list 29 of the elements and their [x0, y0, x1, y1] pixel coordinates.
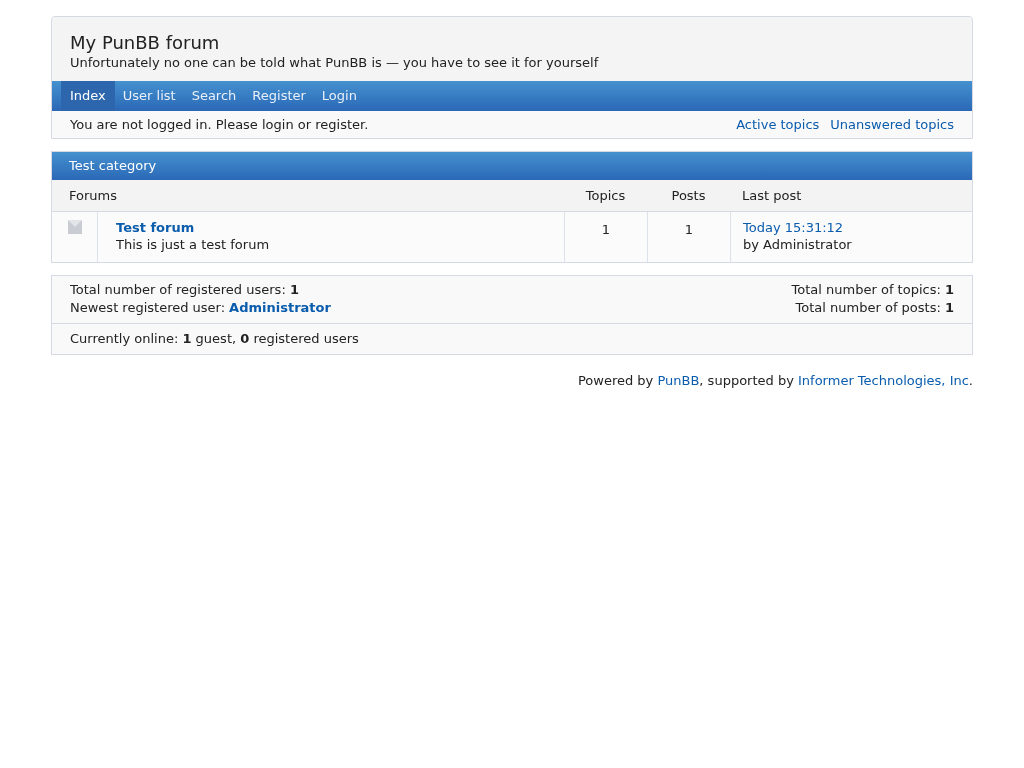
nav-link[interactable]: Register — [244, 81, 314, 111]
stats-label: Newest registered user: — [70, 299, 226, 317]
column-header: Forums — [68, 186, 118, 205]
nav-link[interactable]: Index — [61, 81, 115, 111]
nav-link[interactable]: Search — [183, 81, 245, 111]
last-post-link[interactable]: Today 15:31:12 — [743, 219, 972, 236]
last-post-author: by Administrator — [743, 236, 853, 253]
user-link[interactable]: Administrator — [229, 299, 331, 317]
topics-count: 1 — [601, 222, 611, 237]
column-header: Posts — [670, 186, 707, 205]
nav-link[interactable]: Login — [313, 81, 365, 111]
posts-count: 1 — [684, 222, 694, 237]
forum-description: Unfortunately no one can be told what PunBB is — you have to see it for yourself — [70, 55, 600, 71]
online-text: Currently online: 1 guest, 0 registered users — [70, 330, 359, 349]
forum-link[interactable]: Test forum — [116, 219, 564, 236]
category-title: Test category — [69, 157, 157, 176]
nav-link[interactable]: User list — [114, 81, 184, 111]
topics-link[interactable]: Active topics — [736, 114, 820, 135]
column-header: Last post — [741, 186, 803, 205]
forum-description: This is just a test forum — [116, 236, 271, 253]
footer-link[interactable]: Informer Technologies, Inc — [798, 373, 969, 388]
stats-text: Total number of posts: 1 — [794, 299, 954, 317]
stats-text: Total number of registered users: 1 — [70, 281, 300, 299]
stats-text: Total number of topics: 1 — [791, 281, 954, 299]
column-header: Topics — [584, 186, 627, 205]
topics-link[interactable]: Unanswered topics — [830, 114, 954, 135]
login-status-text: You are not logged in. Please login or register. — [70, 115, 369, 134]
footer-text: Powered by PunBB, supported by Informer Technologies, Inc. — [576, 372, 973, 390]
forum-title: My PunBB forum — [70, 31, 221, 55]
